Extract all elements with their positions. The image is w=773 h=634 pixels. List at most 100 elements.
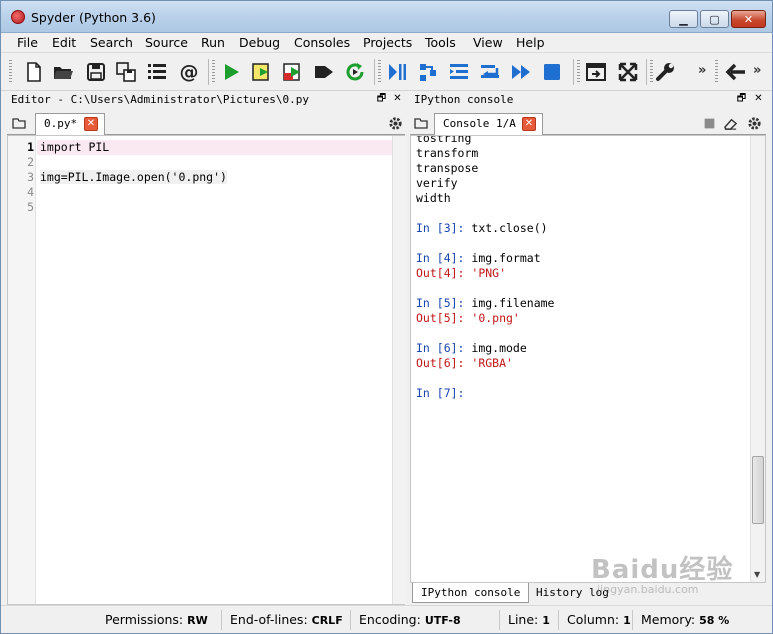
input-prompt: In [6]:	[416, 341, 465, 355]
console-line-text: '0.png'	[464, 311, 520, 325]
line-number: 3	[27, 170, 34, 184]
input-prompt: In [3]:	[416, 221, 465, 235]
svg-text:@: @	[180, 61, 199, 83]
console-line: transform	[416, 146, 478, 160]
console-browse-tabs-icon[interactable]	[413, 115, 429, 131]
console-line-text: verify	[416, 176, 458, 190]
menu-projects[interactable]: Projects	[363, 35, 412, 50]
editor-options-gear-icon[interactable]	[387, 115, 403, 131]
back-arrow-icon[interactable]	[723, 59, 749, 85]
ipython-console-output[interactable]: tostring transform transpose verify width In …	[410, 135, 766, 583]
new-file-icon[interactable]	[21, 59, 47, 85]
toolbar-overflow-right-icon[interactable]: »	[753, 63, 761, 78]
console-options-gear-icon[interactable]	[746, 115, 762, 131]
console-tab-label: Console 1/A	[443, 117, 516, 130]
tab-ipython-console[interactable]: IPython console	[412, 583, 530, 603]
run-cell-icon[interactable]	[249, 59, 275, 85]
close-button[interactable]: ✕	[731, 10, 766, 28]
editor-undock-icon[interactable]: 🗗	[375, 93, 388, 106]
output-prompt: Out[4]:	[416, 266, 465, 280]
console-tab-row: Console 1/A ✕	[410, 111, 766, 135]
menu-file[interactable]: File	[17, 35, 38, 50]
step-icon[interactable]	[415, 59, 441, 85]
code-editor[interactable]: 1 2 3 4 5 import PIL img=PIL.Image.open(…	[7, 135, 405, 605]
status-column: Column: 1	[567, 612, 631, 627]
spyder-window: Spyder (Python 3.6) ▁ ▢ ✕ File Edit Sear…	[0, 0, 773, 634]
line-number: 5	[27, 200, 34, 214]
console-line: Out[4]: 'PNG'	[416, 266, 506, 280]
editor-scrollbar[interactable]	[392, 136, 405, 604]
console-line: width	[416, 191, 451, 205]
console-line-text: transform	[416, 146, 479, 160]
console-line: In [6]: img.mode	[416, 341, 527, 355]
console-close-pane-icon[interactable]: ✕	[752, 93, 765, 106]
toolbar-overflow-icon[interactable]: »	[698, 63, 706, 78]
console-tab-1a[interactable]: Console 1/A ✕	[434, 113, 543, 135]
fullscreen-icon[interactable]	[615, 59, 641, 85]
editor-pane-header: Editor - C:\Users\Administrator\Pictures…	[7, 91, 405, 109]
output-prompt: Out[6]:	[416, 356, 465, 370]
debug-icon[interactable]	[384, 59, 410, 85]
scroll-down-arrow-icon[interactable]: ▼	[754, 570, 760, 579]
console-pane-header: IPython console	[410, 91, 766, 109]
menu-consoles[interactable]: Consoles	[294, 35, 350, 50]
console-line-text: txt.close()	[464, 221, 548, 235]
status-memory: Memory: 58 %	[641, 612, 730, 627]
rerun-icon[interactable]	[342, 59, 368, 85]
line-number: 2	[27, 155, 34, 169]
minimize-button[interactable]: ▁	[669, 10, 698, 28]
console-line-text: 'PNG'	[464, 266, 507, 280]
menu-view[interactable]: View	[473, 35, 503, 50]
console-undock-icon[interactable]: 🗗	[735, 93, 748, 106]
step-into-icon[interactable]	[446, 59, 472, 85]
console-line: In [5]: img.filename	[416, 296, 554, 310]
code-line[interactable]: import PIL	[40, 140, 109, 154]
file-list-icon[interactable]	[144, 59, 170, 85]
menu-debug[interactable]: Debug	[239, 35, 280, 50]
main-toolbar: @ » »	[1, 53, 772, 91]
input-prompt: In [4]:	[416, 251, 465, 265]
editor-close-pane-icon[interactable]: ✕	[391, 93, 404, 106]
stop-debug-icon[interactable]	[539, 59, 565, 85]
maximize-button[interactable]: ▢	[700, 10, 729, 28]
run-icon[interactable]	[218, 59, 244, 85]
editor-tab-0py[interactable]: 0.py* ✕	[35, 113, 105, 135]
input-prompt: In [5]:	[416, 296, 465, 310]
run-selection-icon[interactable]	[311, 59, 337, 85]
clear-console-eraser-icon[interactable]	[722, 115, 738, 131]
run-cell-advance-icon[interactable]	[280, 59, 306, 85]
title-bar: Spyder (Python 3.6) ▁ ▢ ✕	[1, 1, 772, 33]
toolbar-grip[interactable]	[9, 60, 12, 84]
menu-run[interactable]: Run	[201, 35, 225, 50]
console-line: In [7]:	[416, 386, 464, 400]
code-line[interactable]: img=PIL.Image.open('0.png')	[40, 170, 227, 184]
continue-icon[interactable]	[508, 59, 534, 85]
spyder-logo-icon	[11, 10, 25, 24]
window-title: Spyder (Python 3.6)	[31, 10, 156, 25]
save-all-icon[interactable]	[113, 59, 139, 85]
interrupt-kernel-icon[interactable]	[701, 115, 717, 131]
console-line: verify	[416, 176, 458, 190]
preferences-wrench-icon[interactable]	[652, 59, 678, 85]
console-line-text: 'RGBA'	[464, 356, 513, 370]
close-console-tab-icon[interactable]: ✕	[522, 117, 536, 131]
close-tab-icon[interactable]: ✕	[84, 117, 98, 131]
browse-tabs-icon[interactable]	[11, 115, 27, 131]
maximize-pane-icon[interactable]	[583, 59, 609, 85]
menu-source[interactable]: Source	[145, 35, 188, 50]
open-folder-icon[interactable]	[50, 59, 76, 85]
step-return-icon[interactable]	[477, 59, 503, 85]
console-bottom-tabs: IPython console History log	[410, 583, 766, 605]
editor-tab-row: 0.py* ✕	[7, 111, 405, 135]
line-number: 4	[27, 185, 34, 199]
menu-help[interactable]: Help	[516, 35, 545, 50]
email-at-icon[interactable]: @	[176, 59, 202, 85]
save-icon[interactable]	[83, 59, 109, 85]
console-line-text: transpose	[416, 161, 479, 175]
menu-tools[interactable]: Tools	[425, 35, 456, 50]
editor-tab-label: 0.py*	[44, 117, 78, 130]
console-scrollbar-thumb[interactable]	[752, 456, 764, 524]
menu-edit[interactable]: Edit	[52, 35, 76, 50]
menu-search[interactable]: Search	[90, 35, 133, 50]
console-line: In [3]: txt.close()	[416, 221, 548, 235]
